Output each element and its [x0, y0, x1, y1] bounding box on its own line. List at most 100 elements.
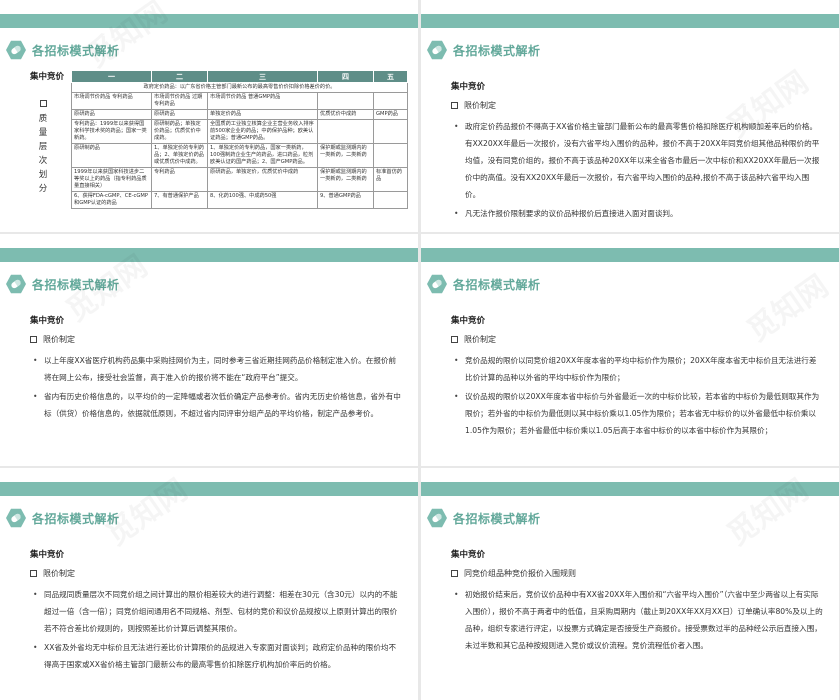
bullet-item: 凡无法作报价限制要求的议价品种报价后直接进入面对面谈判。 [451, 205, 823, 222]
slide-title: 各招标模式解析 [32, 511, 120, 526]
side-label-char: 分 [38, 184, 48, 194]
watermark: 觅知网 [717, 468, 816, 554]
section-heading: 限价制定 [451, 334, 496, 345]
bullet-item: 省内有历史价格信息的，以平均价的一定降幅或者次低价确定产品参考价。省内无历史价格… [30, 388, 402, 422]
subtitle: 集中竞价 [451, 316, 486, 326]
table-row: 原研药品 原研药品 单独定价药品 优质优价中成药 GMP药品 [71, 109, 408, 120]
table-cell: 优质优价中成药 [317, 109, 374, 120]
checkbox-icon [30, 336, 37, 343]
top-bar [421, 14, 839, 28]
subtitle: 集中竞价 [451, 82, 486, 92]
table-cell: 8、化药100强、中成药50强 [207, 191, 318, 209]
table-header: 二 [151, 70, 208, 83]
side-label-text: 质量层次划分 [36, 112, 50, 196]
side-label-char: 次 [38, 156, 48, 166]
bullet-item: 政府定价药品报价不得高于XX省价格主管部门最新公布的最高零售价格扣除医疗机构顺加… [451, 118, 823, 203]
table-cell [373, 119, 408, 144]
side-label-char: 量 [38, 128, 48, 138]
slide-header: 各招标模式解析 [6, 274, 120, 294]
bullet-list: 以上年度XX省医疗机构药品集中采购挂网价为主，同时参考三省近期挂网药品价格制定准… [30, 352, 402, 422]
top-bar [421, 482, 839, 496]
table-row: 原研制药品 1、单独定价的专利药品；2、单独定价药品或优质优价中成药。 1、单独定价… [71, 143, 408, 168]
side-label: 质量层次划分 [36, 100, 50, 196]
slide-title: 各招标模式解析 [32, 277, 120, 292]
table-row: 1999年以来获国家科技进步二等奖以上的药品（指专利药品质量直接相关） 专利药品原… [71, 167, 408, 192]
checkbox-icon [451, 102, 458, 109]
bullet-item: 初始报价结束后，竞价议价品种中有XX省20XX年入围价和“六省平均入围价”（六省… [451, 586, 823, 654]
table-cell [373, 92, 408, 110]
table-cell: 单独定价药品 [207, 109, 318, 120]
table-cell [373, 143, 408, 168]
section-label: 同竞价组品种竞价报价入围规则 [464, 569, 576, 578]
slide-title: 各招标模式解析 [453, 277, 541, 292]
bullet-list: 初始报价结束后，竞价议价品种中有XX省20XX年入围价和“六省平均入围价”（六省… [451, 586, 823, 654]
watermark: 觅知网 [737, 262, 836, 350]
section-label: 限价制定 [43, 335, 75, 344]
table-cell: 标准首仿药品 [373, 167, 408, 192]
table-row: 市场调节价药品 专利药品 市场调节价药品 过期专利药品 市场调节价药品 普通GMP药… [71, 92, 408, 110]
slide-title: 各招标模式解析 [453, 43, 541, 58]
top-bar [0, 14, 418, 28]
table-cell: 9、普通GMP药品 [317, 191, 374, 209]
slide-header: 各招标模式解析 [427, 508, 541, 528]
subtitle: 集中竞价 [30, 72, 65, 82]
table-cell: 专利药品 [151, 167, 208, 192]
table-cell [317, 92, 374, 110]
section-heading: 限价制定 [451, 100, 496, 111]
side-label-char: 划 [38, 170, 48, 180]
table-header: 四 [317, 70, 374, 83]
section-heading: 同竞价组品种竞价报价入围规则 [451, 568, 576, 579]
slide-1: 各招标模式解析 集中竞价 质量层次划分 一 二 三 四 五 政府定价药品：以广东… [0, 0, 418, 232]
table-cell: 市场调节价药品 过期专利药品 [151, 92, 208, 110]
table-cell: GMP药品 [373, 109, 408, 120]
table-cell: 1999年以来获国家科技进步二等奖以上的药品（指专利药品质量直接相关） [71, 167, 152, 192]
table-cell: 专利药品：1999年以来获得国家科学技术奖的药品；国家一类新药。 [71, 119, 152, 144]
watermark: 觅知网 [76, 0, 175, 76]
table-row: 专利药品：1999年以来获得国家科学技术奖的药品；国家一类新药。 原研制药品；单独… [71, 119, 408, 144]
section-label: 限价制定 [464, 101, 496, 110]
table-cell: 原研药品，单独定价，优质优价中成药 [207, 167, 318, 192]
slide-3: 各招标模式解析 集中竞价 限价制定 以上年度XX省医疗机构药品集中采购挂网价为主… [0, 234, 418, 466]
slide-header: 各招标模式解析 [427, 40, 541, 60]
slide-title: 各招标模式解析 [453, 511, 541, 526]
bullet-item: 议价品规的限价以20XX年度本省中标价与外省最近一次的中标价比较，若本省的中标价… [451, 388, 823, 439]
checkbox-icon [451, 336, 458, 343]
pill-icon [6, 40, 26, 60]
table-cell: 7、有普通保护产品 [151, 191, 208, 209]
bullet-list: 政府定价药品报价不得高于XX省价格主管部门最新公布的最高零售价格扣除医疗机构顺加… [451, 118, 823, 222]
section-heading: 限价制定 [30, 334, 75, 345]
bullet-item: XX省及外省均无中标价且无法进行差比价计算限价的品规进入专家面对面谈判；政府定价… [30, 639, 402, 673]
table-cell: 原研制药品 [71, 143, 152, 168]
table-note: 政府定价药品：以广东省价格主管部门最新公布的最高零售价价扣除价格差价的价。 [71, 82, 408, 93]
checkbox-icon [39, 100, 47, 107]
subtitle: 集中竞价 [30, 316, 65, 326]
slide-2: 各招标模式解析 集中竞价 限价制定 政府定价药品报价不得高于XX省价格主管部门最… [421, 0, 839, 232]
table-cell: 原研药品 [71, 109, 152, 120]
slide-header: 各招标模式解析 [6, 508, 120, 528]
subtitle: 集中竞价 [451, 550, 486, 560]
bullet-item: 以上年度XX省医疗机构药品集中采购挂网价为主，同时参考三省近期挂网药品价格制定准… [30, 352, 402, 386]
table-cell: 保护期或监测期内的一类新药，二类新药 [317, 167, 374, 192]
table-cell [373, 191, 408, 209]
table-cell: 1、单独定价的专利药品；2、单独定价药品或优质优价中成药。 [151, 143, 208, 168]
bullet-list: 竞价品规的限价以同竞价组20XX年度本省的平均中标价作为限价；20XX年度本省无… [451, 352, 823, 439]
top-bar [0, 248, 418, 262]
table-cell: 市场调节价药品 专利药品 [71, 92, 152, 110]
subtitle: 集中竞价 [30, 550, 65, 560]
table-header: 五 [373, 70, 408, 83]
slide-header: 各招标模式解析 [6, 40, 120, 60]
table-cell: 全国质药工业独立核算企业主营业务收入排序前500家企业的药品；中药保护品种；欧美… [207, 119, 318, 144]
table-header: 一 [71, 70, 152, 83]
table-cell: 市场调节价药品 普通GMP药品 [207, 92, 318, 110]
pill-icon [427, 274, 447, 294]
table-cell [317, 119, 374, 144]
side-label-char: 层 [38, 142, 48, 152]
slide-header: 各招标模式解析 [427, 274, 541, 294]
table-cell: 保护期或监测期内的一类新药，二类新药 [317, 143, 374, 168]
table-cell: 原研制药品；单独定价药品；优质优价中成药。 [151, 119, 208, 144]
bullet-item: 竞价品规的限价以同竞价组20XX年度本省的平均中标价作为限价；20XX年度本省无… [451, 352, 823, 386]
table-cell: 原研药品 [151, 109, 208, 120]
top-bar [0, 482, 418, 496]
checkbox-icon [30, 570, 37, 577]
section-heading: 限价制定 [30, 568, 75, 579]
